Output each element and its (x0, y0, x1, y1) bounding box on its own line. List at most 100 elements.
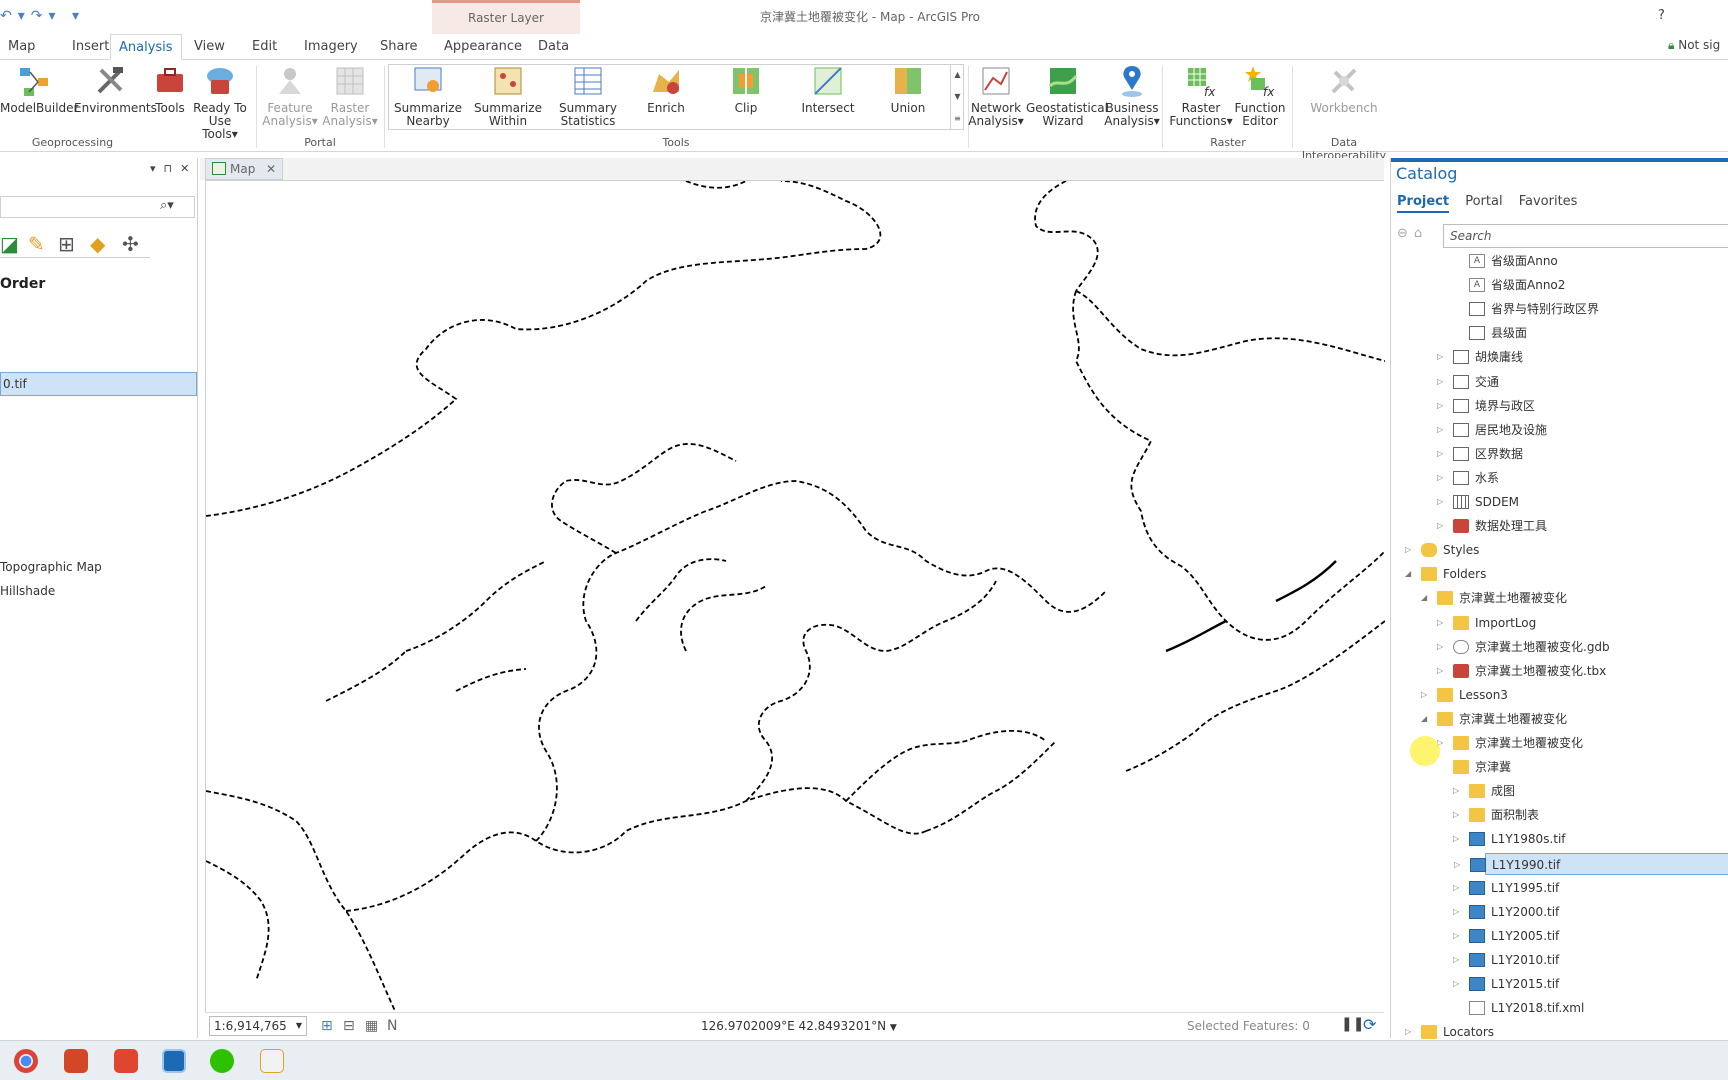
quick-access-undo-redo-icon[interactable]: ↶▾↷▾ ▾ (0, 8, 85, 24)
geostatistical-wizard-button[interactable]: Geostatistical Wizard (1026, 64, 1108, 128)
close-icon[interactable]: ✕ (266, 159, 276, 179)
tab-map-view[interactable]: Map ✕ (205, 158, 283, 180)
home-icon[interactable]: ⌂ (1414, 226, 1428, 241)
tab-share[interactable]: Share (372, 34, 426, 60)
expand-arrow-icon[interactable]: ▷ (1453, 804, 1459, 826)
function-editor-button[interactable]: fx Function Editor (1232, 64, 1288, 128)
intersect-button[interactable]: Intersect (798, 64, 858, 115)
catalog-item[interactable]: ▷ 区界数据 (1391, 443, 1728, 465)
catalog-item[interactable]: ▷ 居民地及设施 (1391, 419, 1728, 441)
raster-functions-button[interactable]: fx Raster Functions▾ (1168, 64, 1234, 128)
north-arrow-icon[interactable]: N (387, 1018, 397, 1034)
tools-button[interactable]: Tools (152, 64, 188, 115)
tab-map[interactable]: Map (0, 34, 43, 60)
tab-portal[interactable]: Portal (1465, 194, 1502, 209)
tab-view[interactable]: View (186, 34, 233, 60)
search-icon[interactable]: ⌕▾ (160, 198, 174, 213)
back-icon[interactable]: ⊖ (1397, 226, 1414, 241)
catalog-item[interactable]: A 省级面Anno (1391, 250, 1728, 272)
business-analysis-button[interactable]: Business Analysis▾ (1104, 64, 1160, 128)
catalog-item[interactable]: ▷ L1Y2010.tif (1391, 949, 1728, 971)
catalog-item[interactable]: ▷ ImportLog (1391, 612, 1728, 634)
catalog-item[interactable]: ▷ L1Y2005.tif (1391, 925, 1728, 947)
expand-arrow-icon[interactable]: ◢ (1405, 563, 1411, 585)
expand-arrow-icon[interactable]: ▷ (1453, 925, 1459, 947)
catalog-item[interactable]: ▷ L1Y1990.tif (1454, 852, 1728, 875)
catalog-item[interactable]: ◢ 京津冀土地覆被变化 (1391, 708, 1728, 730)
catalog-item[interactable]: ▷ L1Y2000.tif (1391, 901, 1728, 923)
arcgis-icon[interactable] (162, 1049, 186, 1073)
expand-arrow-icon[interactable]: ▷ (1405, 539, 1411, 561)
map-view[interactable] (205, 180, 1385, 1013)
catalog-item[interactable]: ▷ 京津冀土地覆被变化 (1391, 732, 1728, 754)
expand-arrow-icon[interactable]: ▷ (1421, 684, 1427, 706)
expand-arrow-icon[interactable]: ◢ (1421, 587, 1427, 609)
catalog-item[interactable]: ▷ L1Y1995.tif (1391, 877, 1728, 899)
expand-arrow-icon[interactable]: ▷ (1453, 877, 1459, 899)
gallery-down-icon[interactable]: ▼ (951, 86, 964, 108)
pause-drawing-icon[interactable]: ❚❚ (1341, 1016, 1364, 1032)
expand-arrow-icon[interactable]: ▷ (1453, 949, 1459, 971)
xmind-icon[interactable] (114, 1049, 138, 1073)
catalog-item[interactable]: ▷ L1Y2015.tif (1391, 973, 1728, 995)
feature-analysis-button[interactable]: Feature Analysis▾ (260, 64, 320, 128)
expand-arrow-icon[interactable]: ◢ (1421, 708, 1427, 730)
expand-arrow-icon[interactable]: ▷ (1437, 636, 1443, 658)
expand-arrow-icon[interactable]: ▷ (1453, 828, 1459, 850)
expand-arrow-icon[interactable]: ▷ (1437, 491, 1443, 513)
selected-layer-row[interactable]: 0.tif (0, 372, 197, 396)
wechat-icon[interactable] (210, 1049, 234, 1073)
sign-in-status[interactable]: 🔒︎ Not sig (1668, 38, 1720, 53)
catalog-item[interactable]: 京津冀 (1391, 756, 1728, 778)
selected-features-count[interactable]: Selected Features: 0 (1187, 1019, 1310, 1033)
catalog-item[interactable]: ▷ 交通 (1391, 371, 1728, 393)
summarize-nearby-button[interactable]: Summarize Nearby (392, 64, 464, 128)
enrich-button[interactable]: Enrich (636, 64, 696, 115)
expand-arrow-icon[interactable]: ▷ (1437, 395, 1443, 417)
catalog-item[interactable]: ▷ 数据处理工具 (1391, 515, 1728, 537)
catalog-item[interactable]: ◢ Folders (1391, 563, 1728, 585)
tab-project[interactable]: Project (1397, 194, 1450, 213)
expand-arrow-icon[interactable]: ▷ (1437, 419, 1443, 441)
catalog-item[interactable]: ▷ SDDEM (1391, 491, 1728, 513)
fixed-zoom-icon[interactable]: ⊞ (321, 1018, 333, 1034)
tab-data[interactable]: Data (530, 34, 577, 60)
tab-favorites[interactable]: Favorites (1519, 194, 1578, 209)
catalog-item[interactable]: ▷ 境界与政区 (1391, 395, 1728, 417)
basemap-layer-hillshade[interactable]: Hillshade (0, 584, 55, 598)
expand-arrow-icon[interactable]: ▷ (1437, 515, 1443, 537)
expand-arrow-icon[interactable]: ▷ (1437, 443, 1443, 465)
catalog-item[interactable]: ▷ Styles (1391, 539, 1728, 561)
catalog-item[interactable]: ▷ 面积制表 (1391, 804, 1728, 826)
expand-arrow-icon[interactable]: ▷ (1453, 901, 1459, 923)
workbench-button[interactable]: Workbench (1306, 64, 1382, 115)
chrome-icon[interactable] (14, 1049, 38, 1073)
basemap-layer-topographic[interactable]: Topographic Map (0, 560, 102, 574)
clip-button[interactable]: Clip (716, 64, 776, 115)
pane-controls[interactable]: ▾⊓✕ (150, 162, 197, 175)
pencil-icon[interactable]: ✎ (28, 232, 45, 256)
expand-arrow-icon[interactable]: ▷ (1453, 973, 1459, 995)
expand-arrow-icon[interactable]: ▷ (1437, 346, 1443, 368)
catalog-item[interactable]: ▷ L1Y1980s.tif (1391, 828, 1728, 850)
union-button[interactable]: Union (878, 64, 938, 115)
powerpoint-icon[interactable] (64, 1049, 88, 1073)
tab-imagery[interactable]: Imagery (296, 34, 366, 60)
tag-icon[interactable]: ◆ (90, 232, 105, 256)
raster-analysis-portal-button[interactable]: Raster Analysis▾ (320, 64, 380, 128)
add-selection-icon[interactable]: ⊞ (58, 232, 75, 256)
catalog-item[interactable]: 县级面 (1391, 322, 1728, 344)
catalog-item[interactable]: ▷ 胡焕庸线 (1391, 346, 1728, 368)
catalog-item[interactable]: 省界与特别行政区界 (1391, 298, 1728, 320)
expand-arrow-icon[interactable]: ▷ (1437, 371, 1443, 393)
catalog-item[interactable]: L1Y2018.tif.xml (1391, 997, 1728, 1019)
catalog-item[interactable]: A 省级面Anno2 (1391, 274, 1728, 296)
scale-selector[interactable]: 1:6,914,765 ▼ (209, 1016, 307, 1036)
environments-button[interactable]: Environments (74, 64, 157, 115)
catalog-item[interactable]: ◢ 京津冀土地覆被变化 (1391, 587, 1728, 609)
catalog-item[interactable]: ▷ 水系 (1391, 467, 1728, 489)
expand-arrow-icon[interactable]: ▷ (1453, 780, 1459, 802)
help-button[interactable]: ? (1658, 8, 1665, 23)
summary-statistics-button[interactable]: Summary Statistics (552, 64, 624, 128)
expand-arrow-icon[interactable]: ▷ (1437, 612, 1443, 634)
